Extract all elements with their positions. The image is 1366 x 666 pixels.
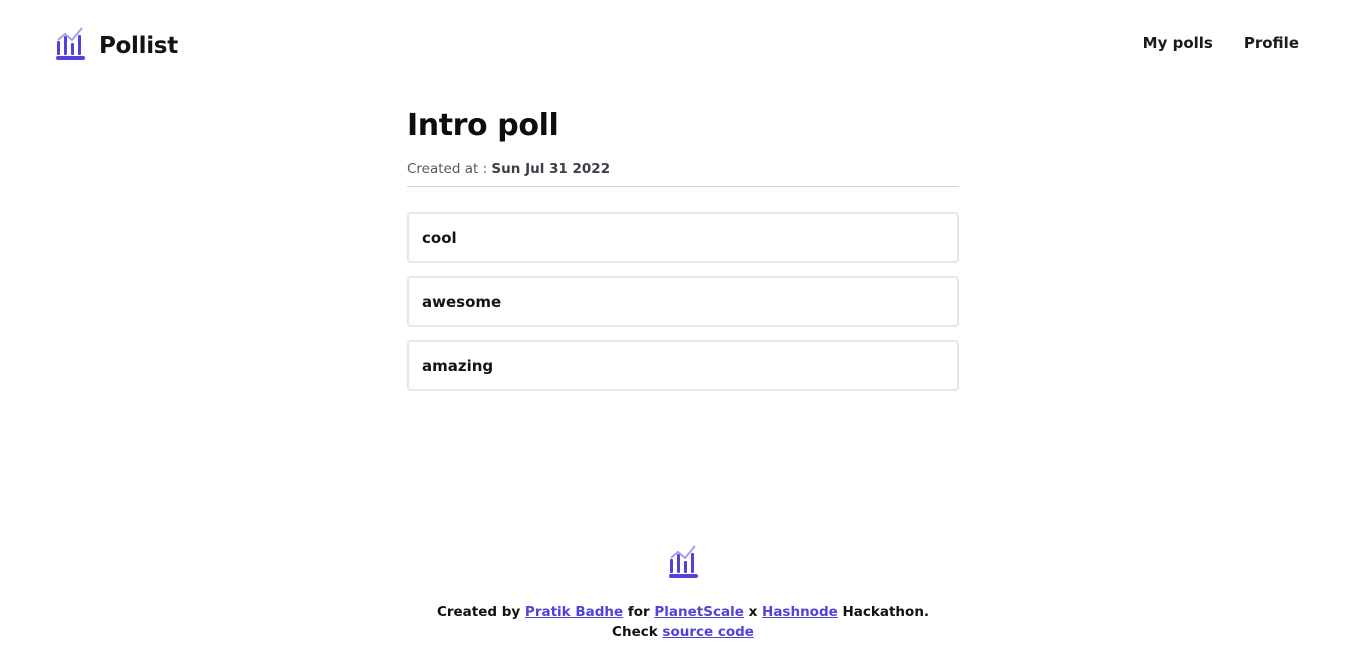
bar-chart-icon — [668, 544, 699, 583]
nav-profile-link[interactable]: Profile — [1244, 34, 1299, 52]
footer-for-text: for — [627, 604, 650, 620]
footer-logo — [0, 544, 1366, 583]
planetscale-link[interactable]: PlanetScale — [654, 604, 743, 620]
poll-container: Intro poll Created at : Sun Jul 31 2022 … — [407, 106, 959, 391]
nav-my-polls-link[interactable]: My polls — [1143, 34, 1213, 52]
nav-links: My polls Profile — [1143, 34, 1299, 52]
source-code-link[interactable]: source code — [662, 624, 754, 640]
footer-credits: Created by Pratik Badhe for PlanetScale … — [0, 602, 1366, 622]
poll-title: Intro poll — [407, 108, 559, 143]
bar-chart-icon — [55, 26, 86, 65]
brand-home-link[interactable]: Pollist — [55, 26, 178, 65]
poll-option-amazing[interactable]: amazing — [407, 340, 959, 391]
footer-source: Check source code — [0, 622, 1366, 642]
created-at-date: Sun Jul 31 2022 — [491, 161, 611, 177]
footer-check-text: Check — [612, 624, 658, 640]
footer-created-by-text: Created by — [436, 604, 521, 620]
hashnode-link[interactable]: Hashnode — [762, 604, 838, 620]
poll-meta: Created at : Sun Jul 31 2022 — [407, 161, 959, 187]
poll-options-list: cool awesome amazing — [407, 212, 959, 391]
poll-option-awesome[interactable]: awesome — [407, 276, 959, 327]
top-navbar: Pollist My polls Profile — [0, 0, 1366, 88]
poll-option-cool[interactable]: cool — [407, 212, 959, 263]
footer-hackathon-text: Hackathon. — [842, 604, 930, 620]
author-link[interactable]: Pratik Badhe — [525, 604, 623, 620]
created-at-label: Created at : — [407, 161, 488, 177]
footer-x-text: x — [748, 604, 758, 620]
footer: Created by Pratik Badhe for PlanetScale … — [0, 544, 1366, 642]
brand-name: Pollist — [99, 32, 178, 59]
